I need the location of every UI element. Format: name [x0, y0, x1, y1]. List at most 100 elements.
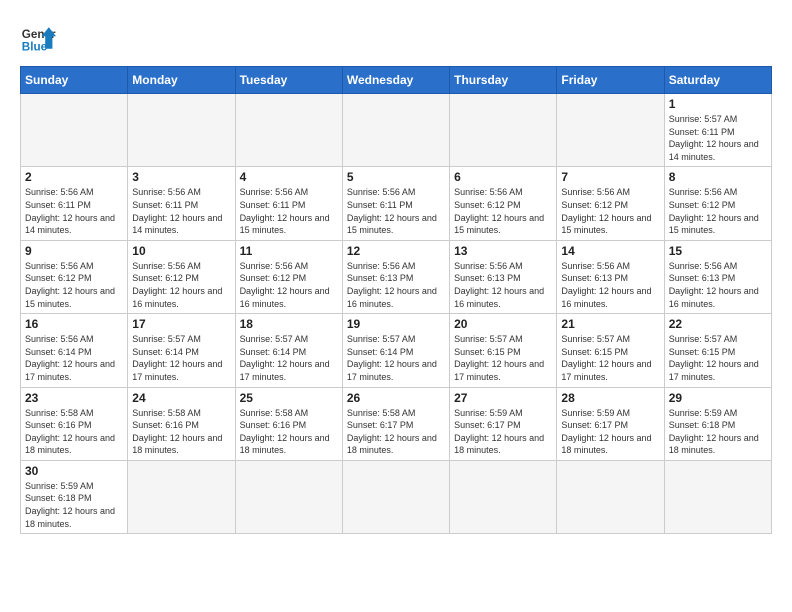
day-info: Sunrise: 5:59 AMSunset: 6:18 PMDaylight:… — [669, 407, 767, 457]
day-info: Sunrise: 5:59 AMSunset: 6:17 PMDaylight:… — [561, 407, 659, 457]
day-info: Sunrise: 5:58 AMSunset: 6:16 PMDaylight:… — [240, 407, 338, 457]
day-number: 15 — [669, 244, 767, 258]
day-number: 4 — [240, 170, 338, 184]
calendar-cell — [557, 460, 664, 533]
calendar-cell: 27 Sunrise: 5:59 AMSunset: 6:17 PMDayligh… — [450, 387, 557, 460]
calendar-row-0: 1Sunrise: 5:57 AMSunset: 6:11 PMDaylight… — [21, 94, 772, 167]
day-info: Sunrise: 5:56 AMSunset: 6:13 PMDaylight:… — [347, 260, 445, 310]
day-number: 11 — [240, 244, 338, 258]
calendar-cell — [128, 94, 235, 167]
calendar-cell: 28 Sunrise: 5:59 AMSunset: 6:17 PMDayligh… — [557, 387, 664, 460]
day-number: 5 — [347, 170, 445, 184]
weekday-header-sunday: Sunday — [21, 67, 128, 94]
day-number: 18 — [240, 317, 338, 331]
calendar-cell: 26 Sunrise: 5:58 AMSunset: 6:17 PMDayligh… — [342, 387, 449, 460]
day-number: 1 — [669, 97, 767, 111]
day-number: 23 — [25, 391, 123, 405]
page-header: General Blue — [20, 20, 772, 56]
day-number: 3 — [132, 170, 230, 184]
day-number: 26 — [347, 391, 445, 405]
calendar-cell: 22 Sunrise: 5:57 AMSunset: 6:15 PMDayligh… — [664, 314, 771, 387]
day-info: Sunrise: 5:56 AMSunset: 6:12 PMDaylight:… — [132, 260, 230, 310]
logo-icon: General Blue — [20, 20, 56, 56]
day-number: 19 — [347, 317, 445, 331]
calendar-cell: 13 Sunrise: 5:56 AMSunset: 6:13 PMDayligh… — [450, 240, 557, 313]
calendar-cell: 29 Sunrise: 5:59 AMSunset: 6:18 PMDayligh… — [664, 387, 771, 460]
day-info: Sunrise: 5:56 AMSunset: 6:13 PMDaylight:… — [561, 260, 659, 310]
calendar-cell: 25 Sunrise: 5:58 AMSunset: 6:16 PMDayligh… — [235, 387, 342, 460]
calendar-cell: 12Sunrise: 5:56 AMSunset: 6:13 PMDayligh… — [342, 240, 449, 313]
day-info: Sunrise: 5:58 AMSunset: 6:16 PMDaylight:… — [25, 407, 123, 457]
weekday-header-saturday: Saturday — [664, 67, 771, 94]
weekday-header-tuesday: Tuesday — [235, 67, 342, 94]
day-number: 6 — [454, 170, 552, 184]
svg-text:Blue: Blue — [22, 41, 48, 54]
calendar-cell — [450, 94, 557, 167]
day-number: 7 — [561, 170, 659, 184]
calendar-cell: 21 Sunrise: 5:57 AMSunset: 6:15 PMDayligh… — [557, 314, 664, 387]
day-info: Sunrise: 5:57 AMSunset: 6:14 PMDaylight:… — [132, 333, 230, 383]
day-number: 17 — [132, 317, 230, 331]
weekday-header-monday: Monday — [128, 67, 235, 94]
day-info: Sunrise: 5:56 AMSunset: 6:14 PMDaylight:… — [25, 333, 123, 383]
day-info: Sunrise: 5:59 AMSunset: 6:17 PMDaylight:… — [454, 407, 552, 457]
calendar-cell: 19 Sunrise: 5:57 AMSunset: 6:14 PMDayligh… — [342, 314, 449, 387]
day-info: Sunrise: 5:58 AMSunset: 6:17 PMDaylight:… — [347, 407, 445, 457]
calendar-cell: 11Sunrise: 5:56 AMSunset: 6:12 PMDayligh… — [235, 240, 342, 313]
weekday-header-friday: Friday — [557, 67, 664, 94]
day-number: 14 — [561, 244, 659, 258]
calendar-row-5: 30Sunrise: 5:59 AMSunset: 6:18 PMDayligh… — [21, 460, 772, 533]
calendar-cell: 24Sunrise: 5:58 AMSunset: 6:16 PMDayligh… — [128, 387, 235, 460]
calendar-cell: 16 Sunrise: 5:56 AMSunset: 6:14 PMDayligh… — [21, 314, 128, 387]
calendar-cell: 4 Sunrise: 5:56 AMSunset: 6:11 PMDaylight… — [235, 167, 342, 240]
calendar: SundayMondayTuesdayWednesdayThursdayFrid… — [20, 66, 772, 534]
day-info: Sunrise: 5:58 AMSunset: 6:16 PMDaylight:… — [132, 407, 230, 457]
day-number: 30 — [25, 464, 123, 478]
calendar-cell: 8Sunrise: 5:56 AMSunset: 6:12 PMDaylight… — [664, 167, 771, 240]
calendar-cell — [664, 460, 771, 533]
day-number: 25 — [240, 391, 338, 405]
calendar-cell — [235, 460, 342, 533]
calendar-cell — [342, 94, 449, 167]
calendar-cell: 20 Sunrise: 5:57 AMSunset: 6:15 PMDayligh… — [450, 314, 557, 387]
calendar-cell: 3 Sunrise: 5:56 AMSunset: 6:11 PMDaylight… — [128, 167, 235, 240]
calendar-cell: 14 Sunrise: 5:56 AMSunset: 6:13 PMDayligh… — [557, 240, 664, 313]
day-number: 21 — [561, 317, 659, 331]
day-info: Sunrise: 5:56 AMSunset: 6:11 PMDaylight:… — [25, 186, 123, 236]
day-info: Sunrise: 5:56 AMSunset: 6:11 PMDaylight:… — [347, 186, 445, 236]
day-info: Sunrise: 5:56 AMSunset: 6:13 PMDaylight:… — [454, 260, 552, 310]
calendar-row-2: 9 Sunrise: 5:56 AMSunset: 6:12 PMDaylight… — [21, 240, 772, 313]
calendar-cell: 30Sunrise: 5:59 AMSunset: 6:18 PMDayligh… — [21, 460, 128, 533]
day-info: Sunrise: 5:56 AMSunset: 6:12 PMDaylight:… — [561, 186, 659, 236]
calendar-cell: 23 Sunrise: 5:58 AMSunset: 6:16 PMDayligh… — [21, 387, 128, 460]
day-info: Sunrise: 5:57 AMSunset: 6:15 PMDaylight:… — [669, 333, 767, 383]
day-number: 20 — [454, 317, 552, 331]
day-info: Sunrise: 5:56 AMSunset: 6:11 PMDaylight:… — [132, 186, 230, 236]
day-number: 27 — [454, 391, 552, 405]
day-info: Sunrise: 5:57 AMSunset: 6:15 PMDaylight:… — [454, 333, 552, 383]
calendar-cell: 2Sunrise: 5:56 AMSunset: 6:11 PMDaylight… — [21, 167, 128, 240]
weekday-header-wednesday: Wednesday — [342, 67, 449, 94]
day-info: Sunrise: 5:57 AMSunset: 6:14 PMDaylight:… — [347, 333, 445, 383]
calendar-row-3: 16 Sunrise: 5:56 AMSunset: 6:14 PMDayligh… — [21, 314, 772, 387]
day-number: 13 — [454, 244, 552, 258]
calendar-cell — [21, 94, 128, 167]
weekday-header-row: SundayMondayTuesdayWednesdayThursdayFrid… — [21, 67, 772, 94]
day-info: Sunrise: 5:56 AMSunset: 6:12 PMDaylight:… — [454, 186, 552, 236]
day-info: Sunrise: 5:56 AMSunset: 6:13 PMDaylight:… — [669, 260, 767, 310]
day-number: 28 — [561, 391, 659, 405]
day-number: 8 — [669, 170, 767, 184]
calendar-row-4: 23 Sunrise: 5:58 AMSunset: 6:16 PMDayligh… — [21, 387, 772, 460]
calendar-cell — [128, 460, 235, 533]
day-number: 29 — [669, 391, 767, 405]
calendar-cell: 5 Sunrise: 5:56 AMSunset: 6:11 PMDaylight… — [342, 167, 449, 240]
calendar-row-1: 2Sunrise: 5:56 AMSunset: 6:11 PMDaylight… — [21, 167, 772, 240]
day-info: Sunrise: 5:57 AMSunset: 6:15 PMDaylight:… — [561, 333, 659, 383]
day-number: 9 — [25, 244, 123, 258]
calendar-cell: 9Sunrise: 5:56 AMSunset: 6:12 PMDaylight… — [21, 240, 128, 313]
calendar-cell: 15 Sunrise: 5:56 AMSunset: 6:13 PMDayligh… — [664, 240, 771, 313]
day-info: Sunrise: 5:56 AMSunset: 6:11 PMDaylight:… — [240, 186, 338, 236]
day-number: 22 — [669, 317, 767, 331]
day-number: 16 — [25, 317, 123, 331]
calendar-cell — [235, 94, 342, 167]
